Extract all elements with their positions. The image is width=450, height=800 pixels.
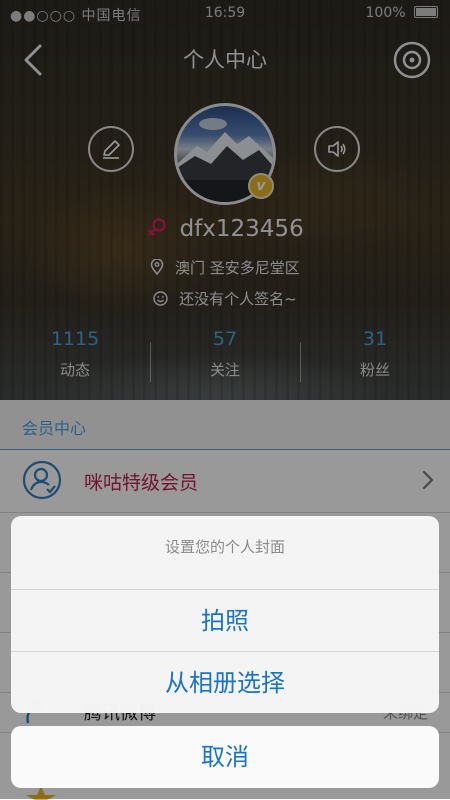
action-sheet-title: 设置您的个人封面 <box>11 516 439 590</box>
action-sheet: 设置您的个人封面 拍照 从相册选择 <box>11 516 439 713</box>
choose-from-album-button[interactable]: 从相册选择 <box>11 652 439 713</box>
take-photo-button[interactable]: 拍照 <box>11 590 439 652</box>
cancel-button[interactable]: 取消 <box>11 726 439 788</box>
